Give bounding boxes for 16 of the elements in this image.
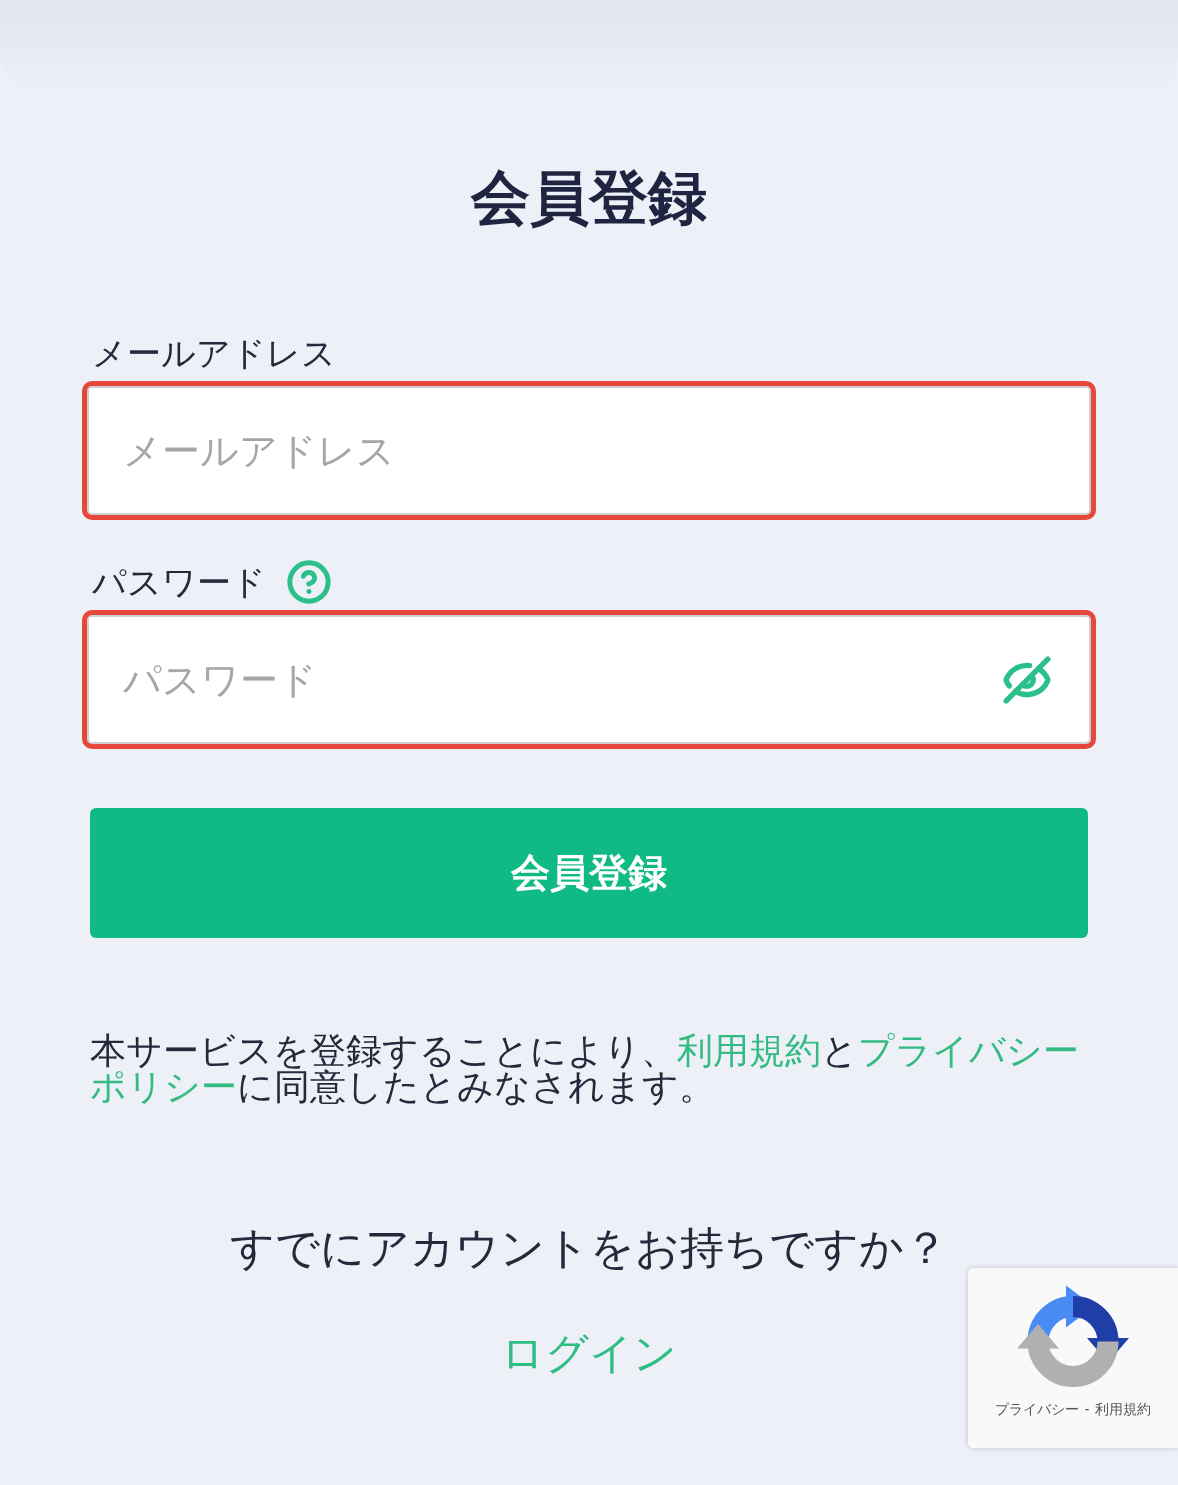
eye-slash-icon[interactable] [1002,655,1052,705]
page-title: 会員登録 [469,163,708,233]
privacy-link[interactable]: プライバシー [995,1400,1080,1418]
account-question: すでにアカウントをお持ちですか？ [229,1222,949,1274]
password-field[interactable]: パスワード [82,610,1096,749]
separator-text: - [1084,1400,1090,1418]
login-link[interactable]: ログイン [501,1327,677,1379]
terms-text: 本サービスを登録することにより、利用規約 と プライバシー ポリシーに同意したとみなされます。 [90,1033,1080,1105]
terms-link[interactable]: 利用規約 [1094,1400,1151,1418]
field-label: パスワード [92,562,266,602]
email-field[interactable]: メールアドレス [82,381,1096,520]
help-icon[interactable] [286,559,332,605]
field-label: メールアドレス [92,333,336,373]
terms-link[interactable]: プライバシー [858,1030,1079,1071]
terms-link[interactable]: 利用規約 [677,1030,821,1071]
register-button[interactable]: 会員登録 [90,808,1088,938]
